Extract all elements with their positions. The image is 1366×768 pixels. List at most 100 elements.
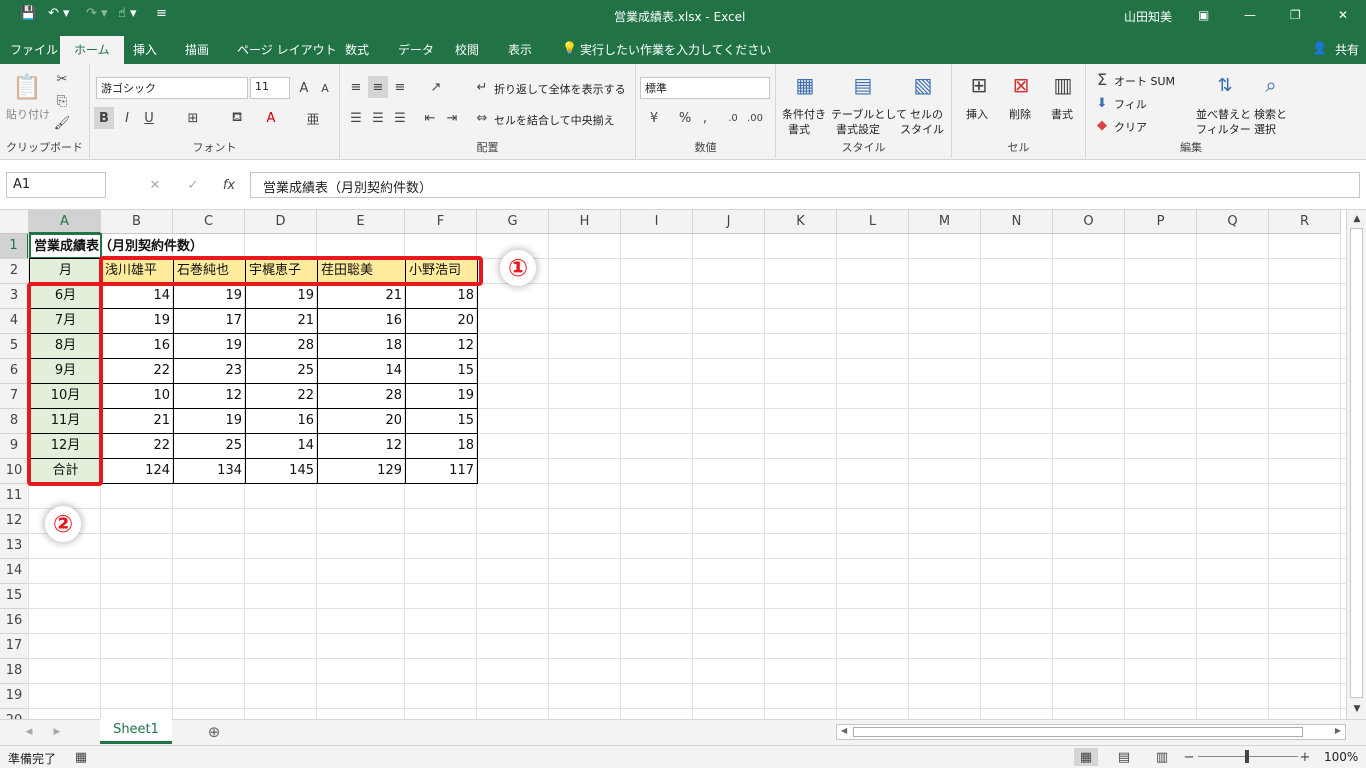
font-name-select[interactable]: 游ゴシック (96, 77, 248, 99)
column-header[interactable]: D (245, 210, 317, 234)
value-cell[interactable]: 14 (245, 433, 318, 459)
select-all-corner[interactable] (0, 210, 29, 234)
value-cell[interactable]: 16 (245, 408, 318, 434)
row-header[interactable]: 16 (0, 609, 29, 634)
format-as-table-label-2[interactable]: 書式設定 (836, 121, 880, 137)
column-header[interactable]: P (1125, 210, 1197, 234)
user-name[interactable]: 山田知美 (1124, 8, 1172, 25)
underline-button[interactable]: U (140, 107, 158, 129)
enter-icon[interactable]: ✓ (184, 174, 202, 196)
touch-mode-icon[interactable]: ☝ ▾ (118, 6, 137, 21)
sheet-tab-sheet1[interactable]: Sheet1 (100, 719, 172, 744)
share-icon[interactable]: 👤 (1312, 41, 1327, 55)
grow-font-icon[interactable]: A (295, 78, 313, 98)
column-header[interactable]: A (29, 210, 101, 234)
column-header[interactable]: F (405, 210, 477, 234)
conditional-format-icon[interactable]: ▦ (790, 70, 820, 100)
fill-button[interactable]: フィル (1114, 96, 1147, 112)
header-month-cell[interactable]: 月 (29, 258, 102, 284)
value-cell[interactable]: 145 (245, 458, 318, 484)
find-select-icon[interactable]: ⌕ (1256, 70, 1286, 100)
minimize-icon[interactable]: — (1244, 8, 1256, 22)
format-as-table-icon[interactable]: ▤ (848, 70, 878, 100)
value-cell[interactable]: 16 (317, 308, 406, 334)
value-cell[interactable]: 124 (101, 458, 174, 484)
page-layout-view-icon[interactable]: ▤ (1112, 748, 1136, 766)
align-bottom-icon[interactable]: ≡ (390, 76, 410, 98)
redo-icon[interactable]: ↷ ▾ (86, 6, 108, 21)
column-header[interactable]: L (837, 210, 909, 234)
find-select-label-2[interactable]: 選択 (1254, 121, 1276, 137)
orientation-icon[interactable]: ↗ (422, 76, 450, 98)
comma-icon[interactable]: , (696, 107, 714, 129)
sort-filter-label-2[interactable]: フィルター (1196, 121, 1251, 137)
increase-indent-icon[interactable]: ⇥ (442, 107, 462, 129)
cell-styles-icon[interactable]: ▧ (908, 70, 938, 100)
decrease-indent-icon[interactable]: ⇤ (420, 107, 440, 129)
delete-cells-button[interactable]: 削除 (1009, 106, 1031, 122)
value-cell[interactable]: 25 (245, 358, 318, 384)
tab-review[interactable]: 校閲 (455, 41, 479, 58)
phonetic-icon[interactable]: 亜 (302, 107, 324, 129)
tab-draw[interactable]: 描画 (185, 41, 209, 58)
column-header[interactable]: J (693, 210, 765, 234)
column-header[interactable]: Q (1197, 210, 1269, 234)
macro-record-icon[interactable]: ▦ (72, 749, 90, 765)
borders-icon[interactable]: ⊞ (182, 107, 204, 129)
cut-icon[interactable]: ✂ (52, 70, 72, 88)
align-right-icon[interactable]: ☰ (390, 107, 410, 129)
row-header[interactable]: 17 (0, 634, 29, 659)
shrink-font-icon[interactable]: A (316, 78, 334, 98)
value-cell[interactable]: 12 (317, 433, 406, 459)
fill-icon[interactable]: ⬇ (1094, 94, 1110, 112)
row-header[interactable]: 5 (0, 334, 29, 359)
number-format-select[interactable]: 標準 (640, 77, 770, 99)
value-cell[interactable]: 22 (101, 358, 174, 384)
value-cell[interactable]: 21 (101, 408, 174, 434)
format-as-table-label-1[interactable]: テーブルとして (831, 106, 907, 122)
value-cell[interactable]: 19 (245, 283, 318, 309)
value-cell[interactable]: 23 (173, 358, 246, 384)
tell-me-input[interactable]: 実行したい作業を入力してください (580, 41, 771, 58)
value-cell[interactable]: 15 (405, 358, 478, 384)
format-cells-icon[interactable]: ▥ (1048, 70, 1078, 100)
value-cell[interactable]: 18 (317, 333, 406, 359)
row-header[interactable]: 4 (0, 309, 29, 334)
horizontal-scrollbar[interactable]: ◀ ▶ (836, 724, 1346, 740)
cell-styles-label-1[interactable]: セルの (910, 106, 943, 122)
delete-cells-icon[interactable]: ⊠ (1006, 70, 1036, 100)
column-header[interactable]: N (981, 210, 1053, 234)
value-cell[interactable]: 117 (405, 458, 478, 484)
value-cell[interactable]: 19 (101, 308, 174, 334)
column-header[interactable]: E (317, 210, 405, 234)
clear-icon[interactable]: ◆ (1094, 116, 1110, 134)
conditional-format-label-1[interactable]: 条件付き (782, 106, 826, 122)
cancel-icon[interactable]: ✕ (146, 174, 164, 196)
page-break-view-icon[interactable]: ▥ (1150, 748, 1174, 766)
hscroll-thumb[interactable] (853, 727, 1303, 737)
tab-home[interactable]: ホーム (60, 36, 124, 64)
currency-icon[interactable]: ¥ (640, 107, 668, 129)
font-color-icon[interactable]: A (260, 107, 282, 129)
save-icon[interactable]: 💾 (20, 6, 36, 21)
value-cell[interactable]: 22 (245, 383, 318, 409)
vertical-scrollbar[interactable]: ▲ ▼ (1346, 210, 1366, 719)
font-size-select[interactable]: 11 (250, 77, 290, 99)
value-cell[interactable]: 28 (245, 333, 318, 359)
copy-icon[interactable]: ⎘ (52, 92, 72, 110)
value-cell[interactable]: 28 (317, 383, 406, 409)
zoom-level[interactable]: 100% (1324, 750, 1358, 764)
value-cell[interactable]: 19 (405, 383, 478, 409)
row-header[interactable]: 13 (0, 534, 29, 559)
percent-icon[interactable]: % (676, 107, 694, 129)
zoom-out-icon[interactable]: − (1182, 748, 1196, 766)
tab-page-layout[interactable]: ページ レイアウト (237, 41, 337, 58)
value-cell[interactable]: 12 (173, 383, 246, 409)
value-cell[interactable]: 16 (101, 333, 174, 359)
sort-filter-label-1[interactable]: 並べ替えと (1196, 106, 1251, 122)
row-header[interactable]: 2 (0, 259, 29, 284)
value-cell[interactable]: 14 (101, 283, 174, 309)
insert-cells-button[interactable]: 挿入 (966, 106, 988, 122)
value-cell[interactable]: 17 (173, 308, 246, 334)
wrap-text-icon[interactable]: ↵ (474, 76, 490, 98)
